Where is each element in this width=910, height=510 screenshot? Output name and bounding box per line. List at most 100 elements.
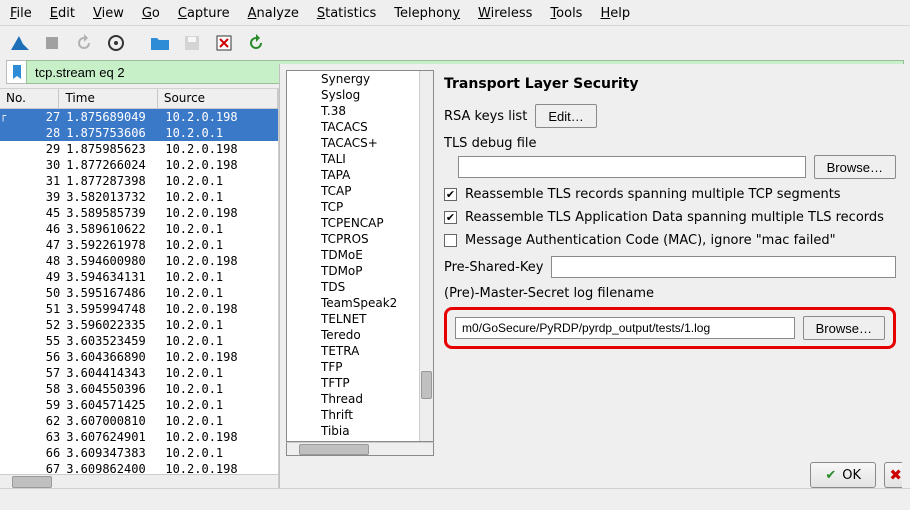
menu-edit[interactable]: Edit — [50, 6, 75, 21]
mac-ignore-label: Message Authentication Code (MAC), ignor… — [465, 233, 836, 248]
cancel-button[interactable]: ✖ — [884, 462, 902, 488]
tls-debug-browse-button[interactable]: Browse… — [814, 155, 896, 179]
packet-row[interactable]: 583.60455039610.2.0.1 — [0, 381, 278, 397]
menu-wireless[interactable]: Wireless — [478, 6, 532, 21]
packet-row[interactable]: 563.60436689010.2.0.198 — [0, 349, 278, 365]
save-file-icon[interactable] — [178, 30, 206, 56]
protocol-list-hscroll[interactable] — [286, 442, 434, 456]
protocol-item[interactable]: Syslog — [287, 87, 433, 103]
protocol-item[interactable]: TDS — [287, 279, 433, 295]
protocol-item[interactable]: TCPROS — [287, 231, 433, 247]
protocol-item[interactable]: TCPENCAP — [287, 215, 433, 231]
menu-statistics[interactable]: Statistics — [317, 6, 376, 21]
menu-go[interactable]: Go — [142, 6, 160, 21]
psk-label: Pre-Shared-Key — [444, 260, 543, 275]
menu-telephony[interactable]: Telephony — [394, 6, 460, 21]
master-secret-highlight: Browse… — [444, 307, 896, 349]
bookmark-icon[interactable] — [6, 60, 26, 84]
protocol-item[interactable]: Synergy — [287, 71, 433, 87]
protocol-item[interactable]: TDMoP — [287, 263, 433, 279]
menu-file[interactable]: File — [10, 6, 32, 21]
protocol-item[interactable]: TAPA — [287, 167, 433, 183]
column-header-time[interactable]: Time — [59, 89, 157, 108]
restart-capture-icon[interactable] — [70, 30, 98, 56]
packet-row[interactable]: 291.87598562310.2.0.198 — [0, 141, 278, 157]
packet-list-pane: No. Time Source ┌271.87568904910.2.0.198… — [0, 89, 279, 488]
statusbar — [0, 488, 910, 510]
panel-title: Transport Layer Security — [444, 76, 896, 92]
packet-row[interactable]: 523.59602233510.2.0.1 — [0, 317, 278, 333]
packet-row[interactable]: 593.60457142510.2.0.1 — [0, 397, 278, 413]
protocol-item[interactable]: TFP — [287, 359, 433, 375]
packet-row[interactable]: 311.87728739810.2.0.1 — [0, 173, 278, 189]
menu-view[interactable]: View — [93, 6, 124, 21]
reassemble-tcp-label: Reassemble TLS records spanning multiple… — [465, 187, 841, 202]
ok-button[interactable]: ✔ OK — [810, 462, 876, 488]
protocol-item[interactable]: TeamSpeak2 — [287, 295, 433, 311]
protocol-item[interactable]: TACACS — [287, 119, 433, 135]
packet-row[interactable]: 553.60352345910.2.0.1 — [0, 333, 278, 349]
mac-ignore-checkbox[interactable] — [444, 234, 457, 247]
column-header-source[interactable]: Source — [158, 89, 278, 108]
tls-debug-label: TLS debug file — [444, 136, 896, 151]
preferences-dialog: SynergySyslogT.38TACACSTACACS+TALITAPATC… — [279, 64, 910, 494]
packet-row[interactable]: 673.60986240010.2.0.198 — [0, 461, 278, 474]
packet-row[interactable]: 301.87726602410.2.0.198 — [0, 157, 278, 173]
open-file-icon[interactable] — [146, 30, 174, 56]
reassemble-tcp-checkbox[interactable] — [444, 188, 457, 201]
packet-row[interactable]: 573.60441434310.2.0.1 — [0, 365, 278, 381]
protocol-item[interactable]: Thrift — [287, 407, 433, 423]
protocol-item[interactable]: T.38 — [287, 103, 433, 119]
reassemble-app-checkbox[interactable] — [444, 211, 457, 224]
packet-row[interactable]: 463.58961062210.2.0.1 — [0, 221, 278, 237]
rsa-keys-label: RSA keys list — [444, 109, 527, 124]
rsa-keys-edit-button[interactable]: Edit… — [535, 104, 596, 128]
packet-row[interactable]: 503.59516748610.2.0.1 — [0, 285, 278, 301]
protocol-item[interactable]: Thread — [287, 391, 433, 407]
packet-row[interactable]: 663.60934738310.2.0.1 — [0, 445, 278, 461]
tls-debug-file-input[interactable] — [458, 156, 806, 178]
packet-row[interactable]: 453.58958573910.2.0.198 — [0, 205, 278, 221]
check-icon: ✔ — [825, 468, 836, 483]
protocol-list[interactable]: SynergySyslogT.38TACACSTACACS+TALITAPATC… — [286, 70, 434, 442]
packet-row[interactable]: 483.59460098010.2.0.198 — [0, 253, 278, 269]
capture-options-icon[interactable] — [102, 30, 130, 56]
ok-label: OK — [842, 468, 861, 483]
protocol-item[interactable]: TFTP — [287, 375, 433, 391]
protocol-item[interactable]: TALI — [287, 151, 433, 167]
protocol-item[interactable]: Tibia — [287, 423, 433, 439]
protocol-item[interactable]: TCAP — [287, 183, 433, 199]
protocol-item[interactable]: TCP — [287, 199, 433, 215]
packet-row[interactable]: 393.58201373210.2.0.1 — [0, 189, 278, 205]
psk-input[interactable] — [551, 256, 896, 278]
packet-row[interactable]: 281.87575360610.2.0.1 — [0, 125, 278, 141]
close-file-icon[interactable] — [210, 30, 238, 56]
stop-capture-icon[interactable] — [38, 30, 66, 56]
shark-fin-icon[interactable] — [6, 30, 34, 56]
packet-row[interactable]: 623.60700081010.2.0.1 — [0, 413, 278, 429]
protocol-item[interactable]: Teredo — [287, 327, 433, 343]
reload-file-icon[interactable] — [242, 30, 270, 56]
packet-row[interactable]: 633.60762490110.2.0.198 — [0, 429, 278, 445]
menu-help[interactable]: Help — [600, 6, 630, 21]
packet-row[interactable]: 513.59599474810.2.0.198 — [0, 301, 278, 317]
menu-tools[interactable]: Tools — [550, 6, 582, 21]
protocol-item[interactable]: TELNET — [287, 311, 433, 327]
protocol-item[interactable]: TETRA — [287, 343, 433, 359]
menu-analyze[interactable]: Analyze — [248, 6, 299, 21]
packet-row[interactable]: ┌271.87568904910.2.0.198 — [0, 109, 278, 125]
packet-list[interactable]: ┌271.87568904910.2.0.198 281.87575360610… — [0, 109, 278, 474]
master-secret-browse-button[interactable]: Browse… — [803, 316, 885, 340]
protocol-item[interactable]: TDMoE — [287, 247, 433, 263]
packet-row[interactable]: 493.59463413110.2.0.1 — [0, 269, 278, 285]
protocol-item[interactable]: TACACS+ — [287, 135, 433, 151]
packet-row[interactable]: 473.59226197810.2.0.1 — [0, 237, 278, 253]
menu-capture[interactable]: Capture — [178, 6, 230, 21]
column-header-no[interactable]: No. — [0, 89, 59, 108]
packet-list-hscroll[interactable] — [0, 474, 278, 488]
protocol-list-vscroll[interactable] — [419, 71, 433, 441]
master-secret-label: (Pre)-Master-Secret log filename — [444, 286, 896, 301]
master-secret-input[interactable] — [455, 317, 795, 339]
protocol-list-wrap: SynergySyslogT.38TACACSTACACS+TALITAPATC… — [286, 70, 434, 456]
toolbar — [0, 26, 910, 60]
